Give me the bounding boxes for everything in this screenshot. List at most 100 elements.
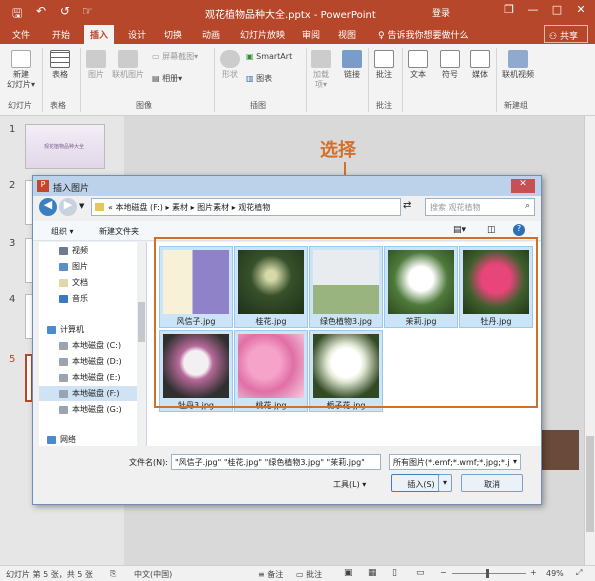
person-icon: ⚇ bbox=[549, 32, 560, 42]
refresh-icon[interactable]: ⇄ bbox=[403, 200, 411, 211]
normal-view-icon[interactable]: ▣ bbox=[344, 568, 353, 578]
group-label-tables: 表格 bbox=[50, 101, 66, 110]
filename-input[interactable]: "风信子.jpg" "桂花.jpg" "绿色植物3.jpg" "茉莉.jpg" bbox=[171, 454, 381, 470]
notes-button[interactable]: ≡ 备注 bbox=[258, 569, 283, 580]
maximize-button[interactable]: □ bbox=[548, 3, 566, 19]
back-button[interactable]: ◀ bbox=[39, 198, 57, 216]
forward-button[interactable]: ▶ bbox=[59, 198, 77, 216]
breadcrumb-folder[interactable]: 观花植物 bbox=[238, 203, 270, 212]
ribbon-insert: 新建 幻灯片▾ 表格 图片 联机图片 ▭ 屏幕截图▾ ▤ 相册▾ 形状 ▣ Sm… bbox=[0, 44, 595, 116]
share-button[interactable]: ⚇ 共享 bbox=[544, 25, 588, 43]
shapes-button[interactable]: 形状 bbox=[218, 50, 242, 80]
smartart-button[interactable]: ▣ SmartArt bbox=[246, 52, 304, 62]
spellcheck-icon[interactable]: ⎘ bbox=[110, 569, 116, 579]
help-icon[interactable]: ? bbox=[513, 224, 525, 236]
comment-icon bbox=[374, 50, 394, 68]
zoom-slider-thumb[interactable] bbox=[486, 569, 489, 578]
nav-item-computer[interactable]: 计算机 bbox=[47, 324, 84, 335]
nav-item-pictures[interactable]: 图片 bbox=[59, 261, 88, 272]
language-indicator[interactable]: 中文(中国) bbox=[134, 569, 172, 580]
redo-icon[interactable]: ↺ bbox=[60, 4, 70, 18]
nav-item-music[interactable]: 音乐 bbox=[59, 293, 88, 304]
online-picture-button[interactable]: 联机图片 bbox=[110, 50, 146, 80]
tab-design[interactable]: 设计 bbox=[128, 28, 146, 41]
tab-file[interactable]: 文件 bbox=[12, 28, 30, 41]
nav-item-videos[interactable]: 视频 bbox=[59, 245, 88, 256]
tab-animations[interactable]: 动画 bbox=[202, 28, 220, 41]
tab-view[interactable]: 视图 bbox=[338, 28, 356, 41]
nav-item-drive-f[interactable]: 本地磁盘 (F:) bbox=[39, 386, 139, 401]
comment-button[interactable]: 批注 bbox=[372, 50, 396, 80]
window-title: 观花植物品种大全.pptx - PowerPoint bbox=[205, 10, 376, 21]
minimize-button[interactable]: — bbox=[524, 3, 542, 19]
chart-icon: ▥ bbox=[246, 74, 257, 83]
address-bar[interactable]: « 本地磁盘 (F:) ▸ 素材 ▸ 图片素材 ▸ 观花植物 bbox=[91, 198, 401, 216]
tell-me-search[interactable]: ♀ 告诉我你想要做什么 bbox=[378, 28, 468, 41]
insert-options-dropdown[interactable]: ▾ bbox=[438, 474, 452, 492]
vertical-scrollbar[interactable] bbox=[584, 116, 595, 565]
breadcrumb-folder[interactable]: 素材 bbox=[172, 203, 188, 212]
comments-button[interactable]: ▭ 批注 bbox=[296, 569, 322, 580]
speaker-icon bbox=[470, 50, 490, 68]
tab-review[interactable]: 审阅 bbox=[302, 28, 320, 41]
link-button[interactable]: 链接 bbox=[340, 50, 364, 80]
new-folder-button[interactable]: 新建文件夹 bbox=[99, 226, 139, 237]
history-dropdown-icon[interactable]: ▼ bbox=[79, 202, 84, 210]
text-button[interactable]: 文本 bbox=[406, 50, 430, 80]
cancel-button[interactable]: 取消 bbox=[461, 474, 523, 492]
login-link[interactable]: 登录 bbox=[432, 6, 450, 19]
scrollbar-thumb[interactable] bbox=[586, 436, 594, 532]
nav-item-documents[interactable]: 文档 bbox=[59, 277, 88, 288]
chart-button[interactable]: ▥ 图表 bbox=[246, 74, 304, 84]
nav-item-drive-c[interactable]: 本地磁盘 (C:) bbox=[59, 340, 121, 351]
screenshot-button[interactable]: ▭ 屏幕截图▾ bbox=[152, 52, 210, 62]
selection-highlight bbox=[154, 237, 538, 408]
search-input[interactable]: 搜索 观花植物 ⌕ bbox=[425, 198, 535, 216]
nav-item-network[interactable]: 网络 bbox=[47, 434, 76, 445]
preview-pane-icon[interactable]: ◫ bbox=[487, 225, 496, 235]
nav-item-drive-g[interactable]: 本地磁盘 (G:) bbox=[59, 404, 122, 415]
reading-view-icon[interactable]: ▯ bbox=[392, 568, 397, 578]
fit-to-window-icon[interactable]: ⤢ bbox=[576, 568, 582, 578]
table-button[interactable]: 表格 bbox=[48, 50, 72, 80]
zoom-in-button[interactable]: + bbox=[530, 568, 537, 577]
dialog-close-button[interactable]: ✕ bbox=[511, 179, 535, 193]
nav-item-drive-d[interactable]: 本地磁盘 (D:) bbox=[59, 356, 122, 367]
slide-number: 4 bbox=[9, 294, 16, 305]
touch-mode-icon[interactable]: ☞ bbox=[82, 4, 93, 18]
nav-item-drive-e[interactable]: 本地磁盘 (E:) bbox=[59, 372, 121, 383]
tab-transitions[interactable]: 切换 bbox=[164, 28, 182, 41]
slide-sorter-icon[interactable]: ▦ bbox=[368, 568, 377, 578]
close-button[interactable]: ✕ bbox=[572, 3, 590, 19]
organize-button[interactable]: 组织 ▾ bbox=[51, 226, 74, 237]
group-label-images: 图像 bbox=[136, 101, 152, 110]
slideshow-icon[interactable]: ▭ bbox=[416, 568, 425, 578]
zoom-level[interactable]: 49% bbox=[546, 569, 564, 578]
undo-icon[interactable]: ↶ bbox=[36, 4, 46, 18]
picture-button[interactable]: 图片 bbox=[84, 50, 108, 80]
drive-icon bbox=[59, 389, 68, 398]
save-icon[interactable]: 🖫 bbox=[12, 4, 22, 25]
new-slide-button[interactable]: 新建 幻灯片▾ bbox=[6, 50, 36, 90]
online-video-button[interactable]: 联机视频 bbox=[500, 50, 536, 80]
view-options-icon[interactable]: ▤▾ bbox=[453, 225, 466, 235]
table-icon bbox=[50, 50, 70, 68]
file-type-select[interactable]: 所有图片(*.emf;*.wmf;*.jpg;*.j ▾ bbox=[389, 454, 521, 470]
tab-home[interactable]: 开始 bbox=[52, 28, 70, 41]
tools-button[interactable]: 工具(L) ▾ bbox=[333, 479, 366, 490]
media-button[interactable]: 媒体 bbox=[468, 50, 492, 80]
dialog-title: 插入图片 bbox=[53, 184, 90, 194]
symbol-button[interactable]: 符号 bbox=[438, 50, 462, 80]
zoom-out-button[interactable]: − bbox=[440, 568, 447, 577]
nav-scrollbar[interactable] bbox=[137, 242, 146, 446]
addins-button[interactable]: 加载 项▾ bbox=[310, 50, 332, 90]
breadcrumb-folder[interactable]: 图片素材 bbox=[197, 203, 229, 212]
album-button[interactable]: ▤ 相册▾ bbox=[152, 74, 210, 84]
ribbon-display-icon[interactable]: ❐ bbox=[500, 3, 518, 19]
zoom-slider[interactable] bbox=[452, 573, 526, 574]
tab-slideshow[interactable]: 幻灯片放映 bbox=[240, 28, 285, 41]
tab-insert[interactable]: 插入 bbox=[84, 25, 115, 44]
filename-label: 文件名(N): bbox=[129, 458, 168, 467]
breadcrumb-drive[interactable]: 本地磁盘 (F:) bbox=[115, 203, 162, 212]
slide-thumbnail-1[interactable]: 观花植物品种大全 bbox=[25, 124, 105, 169]
